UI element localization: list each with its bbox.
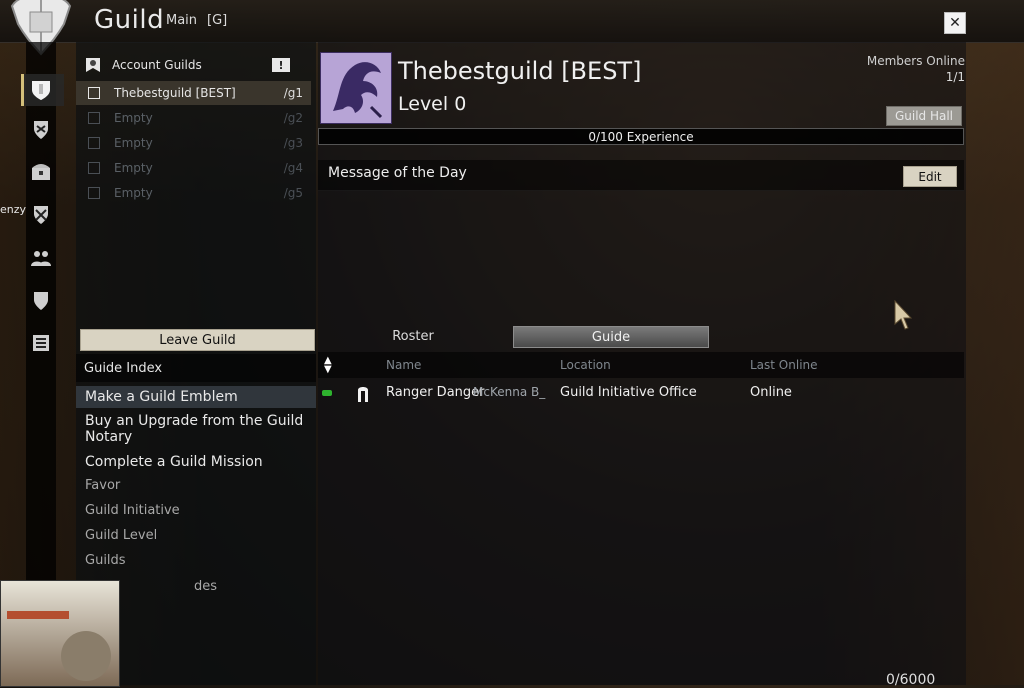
guild-slot-row[interactable]: Empty /g4 xyxy=(76,156,311,180)
globe-shape xyxy=(61,631,111,681)
experience-bar: 0/100 Experience xyxy=(318,128,964,145)
guild-slot-id: /g4 xyxy=(283,161,303,175)
guild-slot-row[interactable]: Empty /g5 xyxy=(76,181,311,205)
sort-arrows-icon[interactable]: ▲ ▼ xyxy=(324,356,336,375)
window-title: Guild xyxy=(94,5,165,35)
dragon-emblem-icon xyxy=(333,62,383,119)
left-nav-item-storage[interactable] xyxy=(29,160,53,184)
members-online-count: 1/1 xyxy=(945,70,965,84)
guild-level: Level 0 xyxy=(398,93,467,115)
leave-guild-button[interactable]: Leave Guild xyxy=(80,329,315,351)
guild-banner-icon xyxy=(86,58,100,72)
guild-slot-row[interactable]: Empty /g3 xyxy=(76,131,311,155)
guild-emblem[interactable] xyxy=(320,52,392,124)
left-nav-item-home[interactable] xyxy=(29,78,53,102)
guild-name: Thebestguild [BEST] xyxy=(398,57,642,85)
mouse-cursor-icon xyxy=(894,300,912,330)
roster-table-header: Name Location Last Online xyxy=(318,352,964,378)
guild-slot-id: /g3 xyxy=(283,136,303,150)
guild-slot-id: /g1 xyxy=(283,86,303,100)
guild-slot-checkbox[interactable] xyxy=(88,87,100,99)
rank-icon xyxy=(358,387,368,402)
guild-slot-id: /g2 xyxy=(283,111,303,125)
treasure-chest-icon xyxy=(32,164,50,180)
motd-edit-button[interactable]: Edit xyxy=(903,166,957,187)
guild-slot-name: Empty xyxy=(114,161,153,175)
member-name: Ranger Danger xyxy=(386,385,485,400)
guide-item[interactable]: Make a Guild Emblem xyxy=(76,386,316,408)
webcam-overlay xyxy=(0,580,120,687)
guild-window: Guild Main [G] ✕ enzy Account Guilds ! T… xyxy=(0,0,1024,688)
left-nav-item-missions[interactable] xyxy=(29,203,53,227)
guide-item[interactable]: Guild Initiative xyxy=(76,503,316,519)
people-icon xyxy=(31,251,51,266)
shield-wings-icon xyxy=(34,121,48,139)
experience-text: 0/100 Experience xyxy=(588,129,694,144)
side-player-label: enzy xyxy=(0,203,27,216)
left-nav-item-log[interactable] xyxy=(29,331,53,355)
close-icon: ✕ xyxy=(949,15,961,31)
guide-index-header: Guide Index xyxy=(76,354,316,382)
guild-hall-button[interactable]: Guild Hall xyxy=(886,106,962,126)
guild-slot-row[interactable]: Thebestguild [BEST] /g1 xyxy=(76,81,311,105)
column-header-name[interactable]: Name xyxy=(386,358,421,372)
home-crest-icon xyxy=(32,81,50,100)
guild-slot-checkbox[interactable] xyxy=(88,162,100,174)
column-header-last-online[interactable]: Last Online xyxy=(750,358,818,372)
list-icon xyxy=(33,335,49,351)
tab-roster[interactable]: Roster xyxy=(318,326,508,346)
shield-icon xyxy=(34,292,48,310)
motd-title: Message of the Day xyxy=(328,165,467,181)
crossed-swords-shield-icon xyxy=(34,206,48,224)
tab-main[interactable]: Main xyxy=(166,13,197,28)
left-nav-item-roster[interactable] xyxy=(29,246,53,270)
guide-item[interactable]: Guild Level xyxy=(76,528,316,544)
guild-slot-name: Empty xyxy=(114,186,153,200)
guide-item[interactable]: Favor xyxy=(76,478,316,494)
guild-slot-name: Empty xyxy=(114,111,153,125)
guild-subtabs: Roster Guide xyxy=(318,326,966,348)
account-guilds-header: Account Guilds ! xyxy=(76,52,311,78)
left-nav-item-emblem[interactable] xyxy=(29,118,53,142)
tab-guide[interactable]: Guide xyxy=(513,326,709,348)
guide-item[interactable]: Guilds xyxy=(76,553,316,569)
account-guilds-label: Account Guilds xyxy=(112,58,202,72)
guild-slot-name: Thebestguild [BEST] xyxy=(114,86,236,100)
guild-slot-id: /g5 xyxy=(283,186,303,200)
member-account: McKenna B_ xyxy=(473,385,546,399)
guild-slot-checkbox[interactable] xyxy=(88,112,100,124)
member-location: Guild Initiative Office xyxy=(560,385,697,400)
left-nav-item-upgrades[interactable] xyxy=(29,289,53,313)
guild-slot-checkbox[interactable] xyxy=(88,137,100,149)
member-last-online: Online xyxy=(750,385,792,400)
guild-slot-checkbox[interactable] xyxy=(88,187,100,199)
bottom-counter: 0/6000 xyxy=(886,672,936,688)
members-online-label: Members Online xyxy=(866,54,965,68)
guide-item[interactable]: Complete a Guild Mission xyxy=(76,454,316,470)
tab-guild-shortcut[interactable]: [G] xyxy=(207,13,227,28)
guild-slot-row[interactable]: Empty /g2 xyxy=(76,106,311,130)
roster-row[interactable]: Ranger Danger McKenna B_ Guild Initiativ… xyxy=(318,382,964,404)
exclamation-flag-icon[interactable]: ! xyxy=(272,58,290,72)
column-header-location[interactable]: Location xyxy=(560,358,611,372)
guild-slot-name: Empty xyxy=(114,136,153,150)
guide-item[interactable]: Buy an Upgrade from the Guild Notary xyxy=(76,413,316,445)
shelf-shape xyxy=(7,611,69,619)
close-button[interactable]: ✕ xyxy=(944,12,966,34)
